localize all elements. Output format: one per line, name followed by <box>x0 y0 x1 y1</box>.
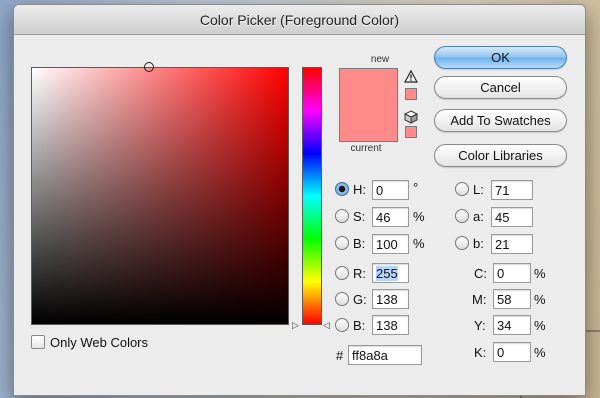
only-web-colors-label: Only Web Colors <box>50 335 149 350</box>
yellow-unit: % <box>534 318 546 333</box>
dialog-title: Color Picker (Foreground Color) <box>14 5 585 35</box>
add-to-swatches-button[interactable]: Add To Swatches <box>434 109 567 132</box>
green-field[interactable]: 138 <box>372 289 409 309</box>
lightness-field[interactable]: 71 <box>491 180 533 200</box>
blue-radio[interactable] <box>335 318 349 332</box>
hex-label: # <box>336 348 344 363</box>
saturation-unit: % <box>413 209 425 224</box>
blue-label: B: <box>353 318 366 333</box>
b-channel-field[interactable]: 21 <box>491 234 533 254</box>
cyan-unit: % <box>534 266 546 281</box>
only-web-colors-checkbox[interactable] <box>31 335 45 349</box>
blue-field[interactable]: 138 <box>372 315 409 335</box>
lightness-label: L: <box>473 182 484 197</box>
black-field[interactable]: 0 <box>493 342 531 362</box>
magenta-unit: % <box>534 292 546 307</box>
yellow-field[interactable]: 34 <box>493 315 531 335</box>
cube-icon[interactable] <box>404 110 418 124</box>
hue-slider[interactable] <box>302 67 322 325</box>
black-unit: % <box>534 345 546 360</box>
hue-unit: ° <box>413 180 419 195</box>
brightness-field[interactable]: 100 <box>372 234 409 254</box>
new-color-swatch <box>340 69 397 105</box>
a-channel-field[interactable]: 45 <box>491 207 533 227</box>
saturation-radio[interactable] <box>335 209 349 223</box>
saturation-label: S: <box>353 209 366 224</box>
a-channel-label: a: <box>473 209 484 224</box>
brightness-label: B: <box>353 236 366 251</box>
gamut-warning-swatch[interactable] <box>405 88 417 100</box>
ok-button[interactable]: OK <box>434 46 567 69</box>
cyan-field[interactable]: 0 <box>493 263 531 283</box>
red-field[interactable]: 255 <box>372 263 409 283</box>
hue-slider-right-arrow-icon[interactable]: ◁ <box>323 320 330 330</box>
b-channel-label: b: <box>473 236 484 251</box>
black-label: K: <box>474 345 487 360</box>
color-libraries-button[interactable]: Color Libraries <box>434 144 567 167</box>
new-color-label: new <box>370 54 390 65</box>
red-label: R: <box>353 266 366 281</box>
a-channel-radio[interactable] <box>455 209 469 223</box>
red-value: 255 <box>376 266 398 281</box>
cancel-button[interactable]: Cancel <box>434 76 567 99</box>
color-field-cursor[interactable] <box>144 62 154 72</box>
saturation-field[interactable]: 46 <box>372 207 409 227</box>
hue-slider-left-arrow-icon[interactable]: ▷ <box>292 320 299 330</box>
brightness-radio[interactable] <box>335 236 349 250</box>
magenta-field[interactable]: 58 <box>493 289 531 309</box>
b-channel-radio[interactable] <box>455 236 469 250</box>
yellow-label: Y: <box>474 318 486 333</box>
current-color-swatch[interactable] <box>340 105 397 141</box>
green-radio[interactable] <box>335 292 349 306</box>
saturation-brightness-field[interactable] <box>31 62 289 325</box>
current-color-label: current <box>350 143 382 154</box>
lightness-radio[interactable] <box>455 182 469 196</box>
color-picker-dialog: Color Picker (Foreground Color) ▷ ◁ new … <box>13 4 586 396</box>
web-safe-swatch[interactable] <box>405 126 417 138</box>
hue-field[interactable]: 0 <box>372 180 409 200</box>
hex-field[interactable]: ff8a8a <box>348 345 422 365</box>
warning-triangle-icon[interactable] <box>404 70 418 83</box>
hue-label: H: <box>353 182 366 197</box>
color-preview <box>339 68 398 142</box>
green-label: G: <box>353 292 367 307</box>
magenta-label: M: <box>472 292 487 307</box>
red-radio[interactable] <box>335 266 349 280</box>
hue-radio[interactable] <box>335 182 349 196</box>
brightness-unit: % <box>413 236 425 251</box>
cyan-label: C: <box>474 266 487 281</box>
